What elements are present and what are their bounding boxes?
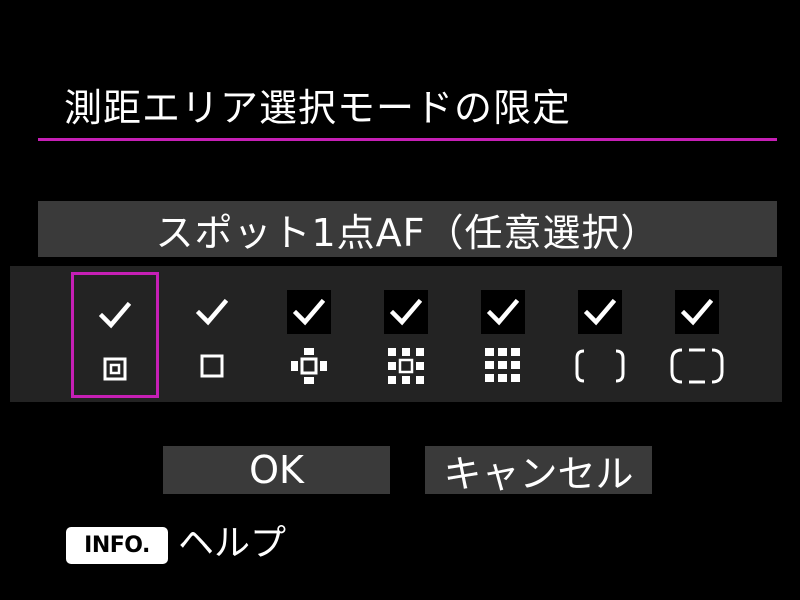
- spot-af-icon: [87, 350, 143, 388]
- af-mode-item-single-point[interactable]: [168, 272, 256, 398]
- af-mode-item-spot[interactable]: [71, 272, 159, 398]
- auto-selection-af-icon: [669, 347, 725, 385]
- zone-af-icon: [475, 347, 531, 385]
- af-mode-item-large-zone[interactable]: [556, 272, 644, 398]
- af-point-expansion-surround-icon: [378, 347, 434, 385]
- af-mode-item-auto[interactable]: [653, 272, 741, 398]
- check-icon[interactable]: [675, 290, 719, 334]
- large-zone-af-icon: [572, 347, 628, 385]
- menu-title: 測距エリア選択モードの限定: [64, 86, 572, 130]
- af-mode-item-expansion[interactable]: [265, 272, 353, 398]
- check-icon[interactable]: [287, 290, 331, 334]
- title-underline: [38, 138, 777, 141]
- af-mode-item-expansion-surround[interactable]: [362, 272, 450, 398]
- check-icon[interactable]: [384, 290, 428, 334]
- check-icon[interactable]: [93, 293, 137, 337]
- help-label: ヘルプ: [178, 523, 287, 564]
- ok-button[interactable]: OK: [163, 446, 390, 494]
- af-area-mode-list: [10, 266, 782, 402]
- info-button-badge[interactable]: INFO.: [66, 527, 168, 564]
- check-icon[interactable]: [578, 290, 622, 334]
- af-point-expansion-icon: [281, 347, 337, 385]
- check-icon[interactable]: [190, 290, 234, 334]
- single-point-af-icon: [184, 347, 240, 385]
- selected-mode-label: スポット1点AF（任意選択）: [38, 201, 777, 257]
- cancel-button[interactable]: キャンセル: [425, 446, 652, 496]
- af-mode-item-zone[interactable]: [459, 272, 547, 398]
- check-icon[interactable]: [481, 290, 525, 334]
